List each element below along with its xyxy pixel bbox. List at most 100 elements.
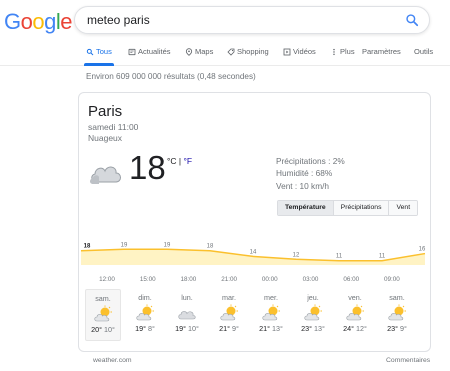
source-link[interactable]: weather.com bbox=[93, 357, 132, 364]
day-temperatures: 21° 13° bbox=[253, 324, 289, 333]
day-name: lun. bbox=[181, 293, 193, 302]
mode-temperature-button[interactable]: Température bbox=[278, 201, 334, 215]
tab-maps[interactable]: Maps bbox=[185, 47, 213, 56]
precipitation-text: Précipitations : 2% bbox=[276, 156, 345, 166]
time-tick-label: 15:00 bbox=[140, 276, 156, 283]
search-icon bbox=[86, 48, 94, 55]
tab-videos[interactable]: Vidéos bbox=[283, 47, 316, 56]
weather-details: Précipitations : 2% Humidité : 68% Vent … bbox=[276, 155, 345, 192]
day-name: jeu. bbox=[307, 293, 319, 302]
tab-label: Plus bbox=[340, 47, 355, 56]
partly-cloudy-icon bbox=[388, 304, 406, 321]
forecast-day[interactable]: mar. 21° 9° bbox=[211, 289, 247, 341]
day-temperatures: 23° 13° bbox=[295, 324, 331, 333]
day-temperatures: 23° 9° bbox=[379, 324, 415, 333]
temperature-value-label: 11 bbox=[336, 254, 343, 260]
day-high-temp: 23° bbox=[301, 324, 312, 333]
tab-label: Maps bbox=[195, 47, 214, 56]
play-icon bbox=[283, 48, 291, 55]
wind-text: Vent : 10 km/h bbox=[276, 180, 330, 191]
forecast-day[interactable]: ven. 24° 12° bbox=[337, 289, 373, 341]
tab-label: Shopping bbox=[237, 47, 269, 56]
temperature-value-label: 19 bbox=[164, 242, 171, 248]
weather-mode-selector: Température Précipitations Vent bbox=[277, 200, 419, 216]
logo-letter: g bbox=[44, 9, 56, 34]
time-tick-label: 21:00 bbox=[221, 276, 237, 283]
feedback-link[interactable]: Commentaires bbox=[386, 357, 430, 364]
weather-location[interactable]: Paris bbox=[88, 103, 122, 120]
logo-letter: e bbox=[60, 9, 73, 34]
mode-wind-button[interactable]: Vent bbox=[389, 201, 418, 215]
logo-letter: G bbox=[4, 9, 21, 34]
day-high-temp: 24° bbox=[343, 324, 354, 333]
search-icon[interactable] bbox=[405, 13, 419, 27]
day-name: mar. bbox=[222, 293, 236, 302]
search-box[interactable] bbox=[74, 6, 430, 34]
current-temperature: 18 bbox=[129, 149, 166, 186]
tab-outils[interactable]: Outils bbox=[414, 47, 433, 56]
google-logo[interactable]: Google bbox=[4, 9, 73, 35]
temperature-value-label: 19 bbox=[121, 242, 128, 248]
more-vertical-icon bbox=[333, 48, 335, 55]
time-tick-label: 03:00 bbox=[303, 276, 319, 283]
day-name: sam. bbox=[95, 294, 111, 303]
day-low-temp: 10° bbox=[104, 325, 115, 334]
unit-celsius[interactable]: °C bbox=[167, 156, 177, 166]
day-temperatures: 19° 10° bbox=[169, 324, 205, 333]
unit-fahrenheit[interactable]: °F bbox=[184, 156, 193, 166]
day-temperatures: 20° 10° bbox=[86, 325, 120, 334]
day-low-temp: 12° bbox=[356, 324, 367, 333]
day-name: mer. bbox=[264, 293, 278, 302]
result-stats: Environ 609 000 000 résultats (0,48 seco… bbox=[86, 72, 256, 81]
forecast-day[interactable]: jeu. 23° 13° bbox=[295, 289, 331, 341]
time-tick-label: 00:00 bbox=[262, 276, 278, 283]
partly-cloudy-icon bbox=[262, 304, 280, 321]
day-low-temp: 10° bbox=[188, 324, 199, 333]
partly-cloudy-icon bbox=[94, 305, 112, 322]
forecast-day[interactable]: sam. 23° 9° bbox=[379, 289, 415, 341]
tab-plus[interactable]: Plus bbox=[330, 47, 355, 56]
day-name: sam. bbox=[389, 293, 405, 302]
tab-parametres[interactable]: Paramètres bbox=[362, 47, 401, 56]
tab-label: Paramètres bbox=[362, 47, 401, 56]
weather-condition: Nuageux bbox=[88, 133, 123, 143]
mode-precipitation-button[interactable]: Précipitations bbox=[333, 201, 390, 215]
map-pin-icon bbox=[185, 47, 193, 56]
forecast-day[interactable]: lun. 19° 10° bbox=[169, 289, 205, 341]
tab-actualites[interactable]: Actualités bbox=[128, 47, 171, 56]
humidity-text: Humidité : 68% bbox=[276, 168, 333, 179]
day-high-temp: 19° bbox=[135, 324, 146, 333]
day-low-temp: 9° bbox=[400, 324, 407, 333]
partly-cloudy-icon bbox=[304, 304, 322, 321]
day-name: dim. bbox=[138, 293, 152, 302]
day-name: ven. bbox=[348, 293, 362, 302]
forecast-day[interactable]: mer. 21° 13° bbox=[253, 289, 289, 341]
day-low-temp: 9° bbox=[232, 324, 239, 333]
tab-tous[interactable]: Tous bbox=[86, 47, 112, 56]
temperature-chart[interactable]: 18 19 19 18 14 12 11 11 16 12:00 15:00 18:00 21:00 00… bbox=[79, 231, 432, 287]
tab-label: Tous bbox=[96, 47, 112, 56]
unit-toggle: °C | °F bbox=[167, 156, 192, 166]
time-tick-label: 18:00 bbox=[181, 276, 197, 283]
day-temperatures: 19° 8° bbox=[127, 324, 163, 333]
forecast-day[interactable]: sam. 20° 10° bbox=[85, 289, 121, 341]
partly-cloudy-icon bbox=[346, 304, 364, 321]
weather-card: Paris samedi 11:00 Nuageux 18 °C | °F Pr… bbox=[78, 92, 431, 352]
time-tick-label: 09:00 bbox=[384, 276, 400, 283]
time-tick-label: 06:00 bbox=[343, 276, 359, 283]
logo-letter: o bbox=[32, 9, 45, 34]
tab-shopping[interactable]: Shopping bbox=[227, 47, 269, 56]
partly-cloudy-icon bbox=[220, 304, 238, 321]
day-high-temp: 19° bbox=[175, 324, 186, 333]
unit-separator: | bbox=[178, 156, 182, 166]
day-high-temp: 21° bbox=[259, 324, 270, 333]
temperature-value-label: 18 bbox=[84, 244, 91, 250]
partly-cloudy-icon bbox=[136, 304, 154, 321]
logo-letter: o bbox=[20, 9, 33, 34]
active-tab-indicator bbox=[84, 63, 114, 66]
forecast-day[interactable]: dim. 19° 8° bbox=[127, 289, 163, 341]
tab-label: Actualités bbox=[138, 47, 171, 56]
search-input[interactable] bbox=[87, 13, 387, 27]
day-low-temp: 13° bbox=[272, 324, 283, 333]
day-high-temp: 23° bbox=[387, 324, 398, 333]
